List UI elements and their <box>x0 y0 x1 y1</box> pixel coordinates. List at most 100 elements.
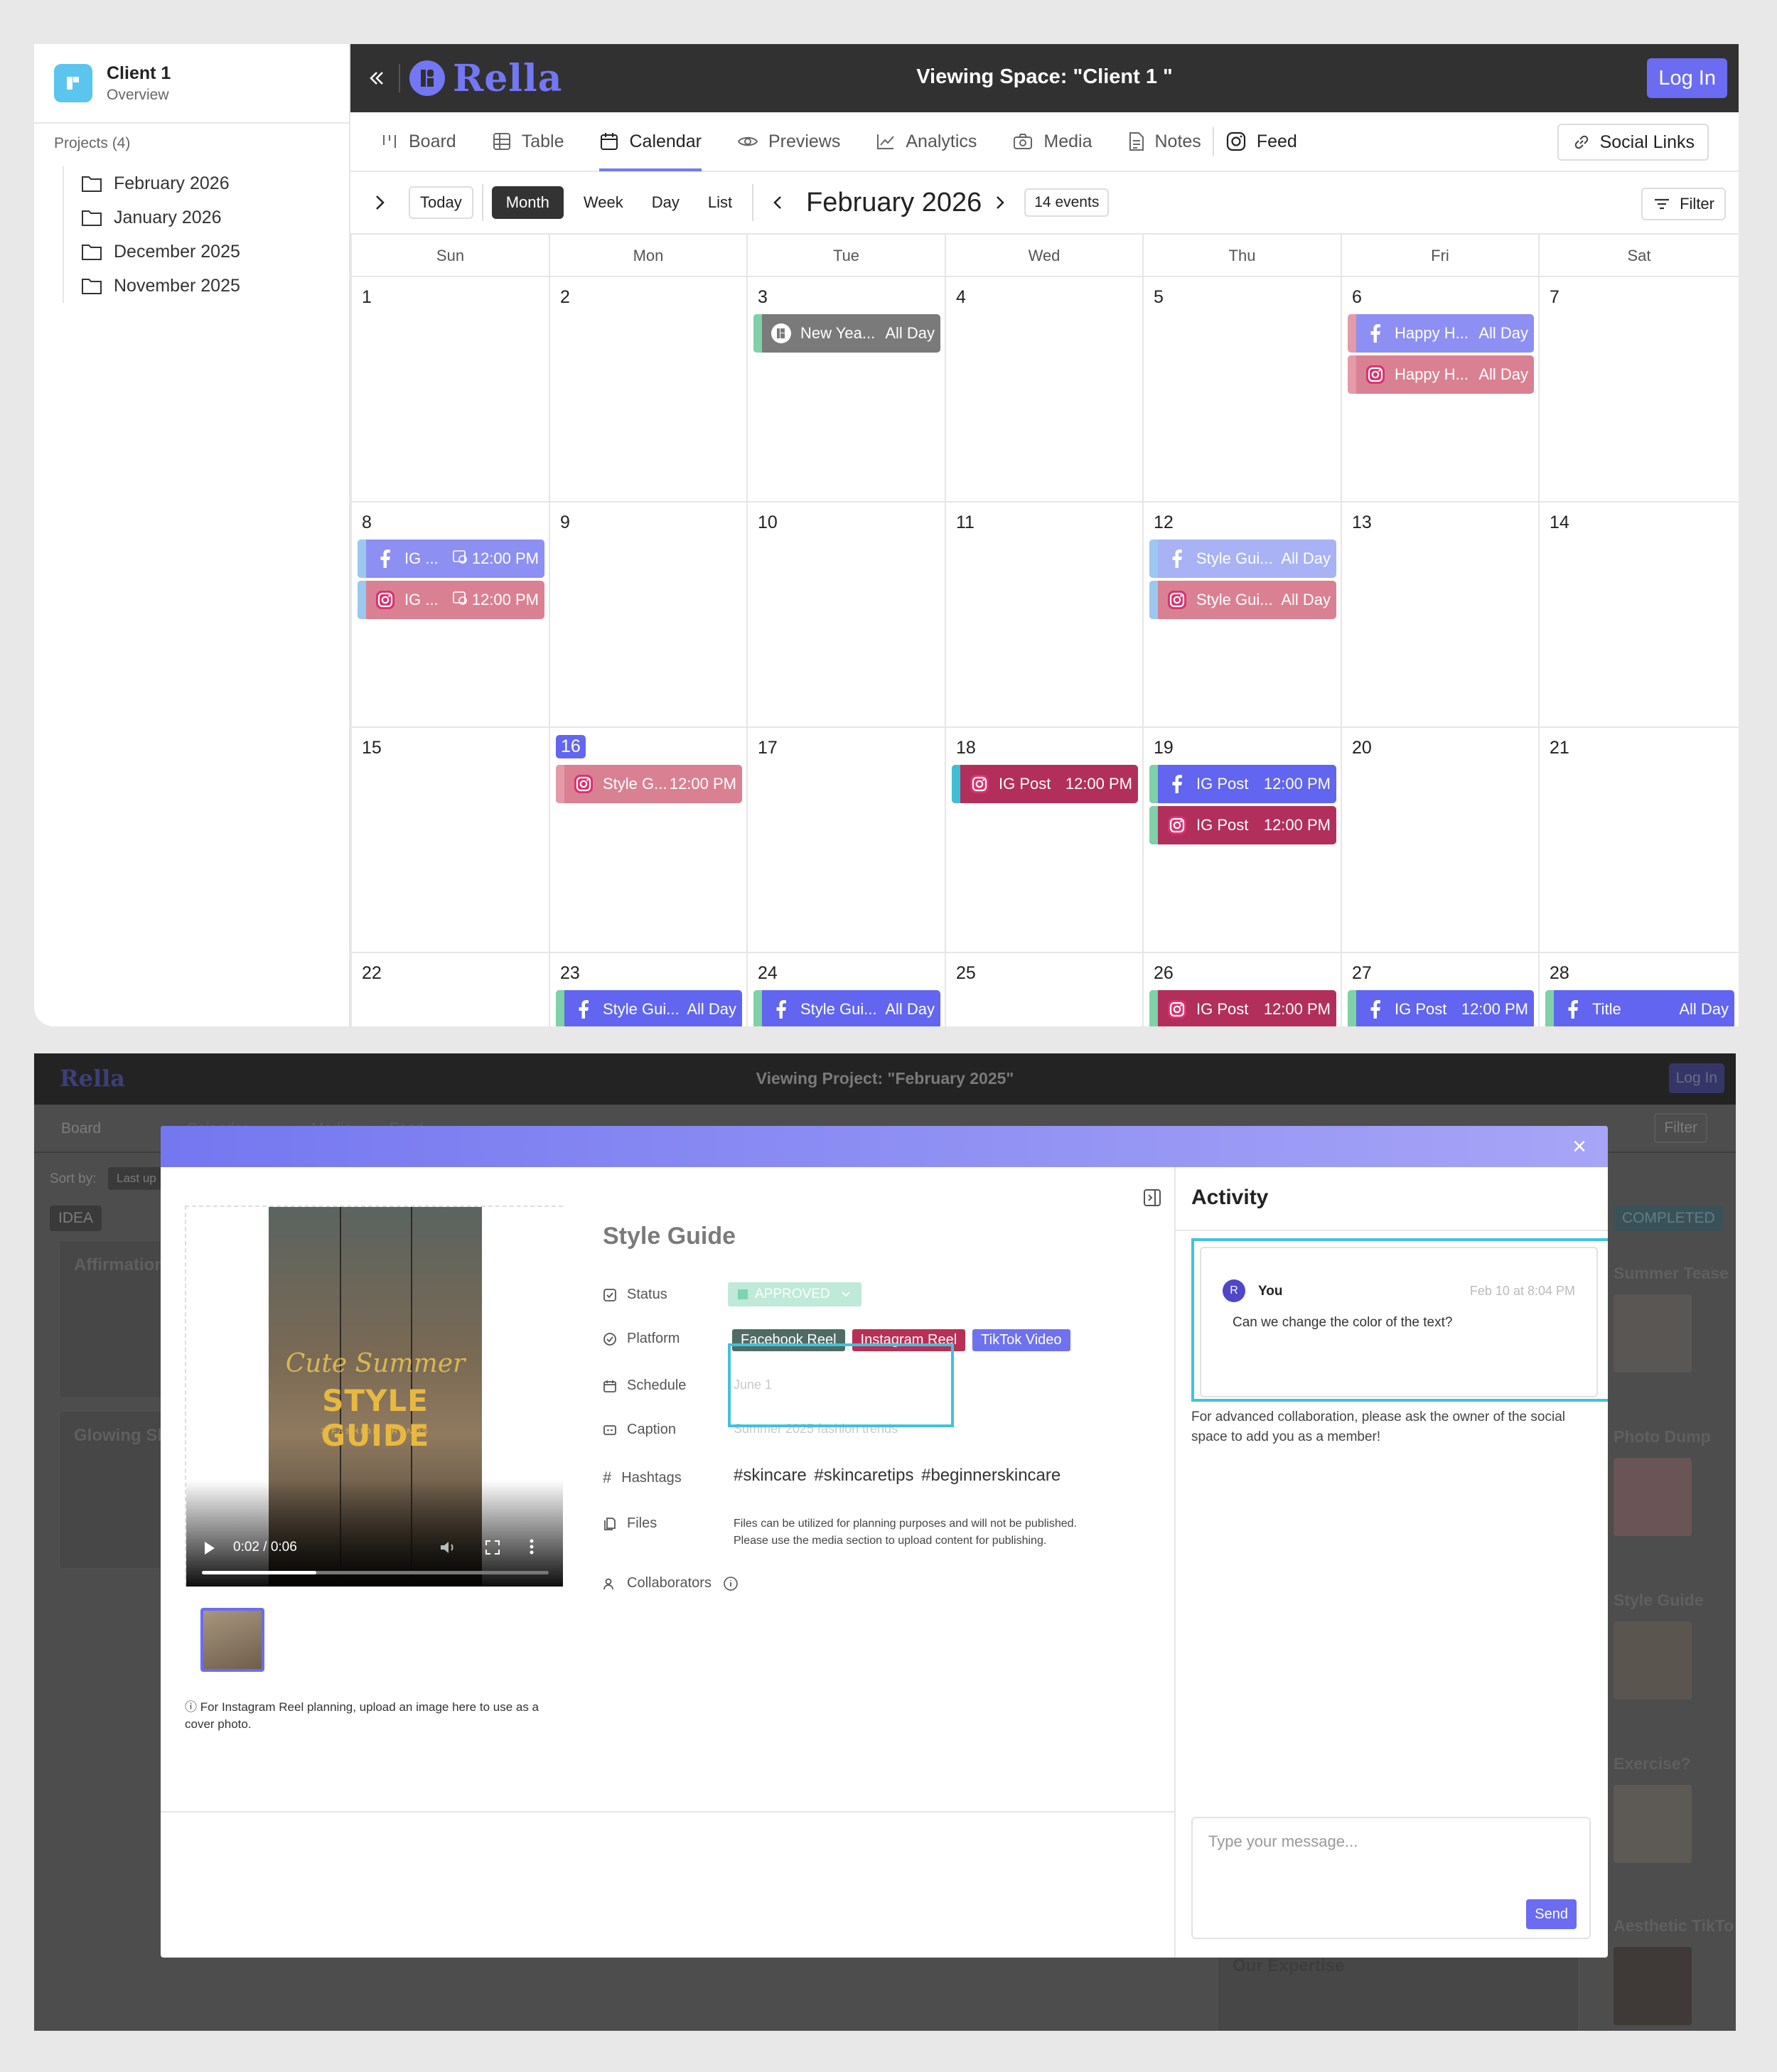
calendar-event[interactable]: New Yea... All Day <box>753 314 940 353</box>
bg-filter-button[interactable]: Filter <box>1654 1113 1707 1143</box>
calendar-event[interactable]: IG Post 12:00 PM <box>1348 990 1534 1026</box>
tab-notes[interactable]: Notes <box>1128 112 1201 171</box>
calendar-event[interactable]: IG ... 12:00 PM <box>358 581 544 619</box>
calendar-event[interactable]: IG Post 12:00 PM <box>1149 990 1336 1026</box>
volume-icon[interactable] <box>439 1540 458 1555</box>
more-options-icon[interactable] <box>529 1538 535 1555</box>
social-links-button[interactable]: Social Links <box>1557 124 1709 161</box>
bg-tab-board[interactable]: Board <box>61 1120 101 1137</box>
tab-calendar[interactable]: Calendar <box>599 112 702 171</box>
bg-card[interactable]: Our Expertise <box>1217 1952 1579 2031</box>
calendar-event[interactable]: Style Gui... All Day <box>1149 581 1336 619</box>
fullscreen-icon[interactable] <box>485 1540 500 1555</box>
calendar-day-cell[interactable]: 16 Style G... 12:00 PM <box>549 728 746 953</box>
bg-completed-card[interactable]: Style Guide <box>1614 1591 1736 1700</box>
day-number: 9 <box>560 512 570 532</box>
calendar-day-cell[interactable]: 2 <box>549 277 746 503</box>
bg-completed-card[interactable]: Aesthetic TikTo <box>1614 1916 1736 2025</box>
tab-feed[interactable]: Feed <box>1225 112 1297 171</box>
view-month-button[interactable]: Month <box>491 186 564 219</box>
calendar-day-cell[interactable]: 19 IG Post 12:00 PM IG Post 12:00 PM <box>1142 728 1341 953</box>
calendar-day-cell[interactable]: 9 <box>549 503 746 728</box>
calendar-day-cell[interactable]: 17 <box>746 728 945 953</box>
calendar-day-cell[interactable]: 8 IG ... 12:00 PM IG ... 12:00 PM <box>350 503 549 728</box>
close-icon[interactable]: × <box>1572 1133 1587 1161</box>
calendar-day-cell[interactable]: 14 <box>1538 503 1739 728</box>
message-input[interactable]: Type your message... Send <box>1191 1817 1591 1939</box>
calendar-event[interactable]: IG Post 12:00 PM <box>1149 806 1336 844</box>
calendar-day-cell[interactable]: 4 <box>945 277 1142 503</box>
bg-login-button[interactable]: Log In <box>1668 1063 1724 1093</box>
chevron-left-icon[interactable] <box>769 192 786 213</box>
calendar-day-cell[interactable]: 21 <box>1538 728 1739 953</box>
bg-completed-card[interactable]: Summer Tease <box>1614 1264 1736 1373</box>
info-icon[interactable] <box>723 1576 739 1591</box>
post-title[interactable]: Style Guide <box>603 1223 736 1250</box>
tab-media[interactable]: Media <box>1012 112 1092 171</box>
video-progress-bar[interactable] <box>202 1571 549 1574</box>
calendar-day-cell[interactable]: 18 IG Post 12:00 PM <box>945 728 1142 953</box>
calendar-event[interactable]: Style G... 12:00 PM <box>556 765 742 803</box>
client-header[interactable]: Client 1 Overview <box>34 44 349 124</box>
view-list-button[interactable]: List <box>694 186 746 219</box>
calendar-day-cell[interactable]: 13 <box>1341 503 1538 728</box>
media-dropzone[interactable]: Cute Summer STYLE GUIDE 3 FASHION TRENDS… <box>185 1206 563 1587</box>
event-title: New Yea... <box>800 324 876 342</box>
facebook-icon <box>769 997 793 1021</box>
calendar-event[interactable]: Style Gui... All Day <box>1149 540 1336 578</box>
calendar-day-cell[interactable]: 1 <box>350 277 549 503</box>
tab-table[interactable]: Table <box>492 112 564 171</box>
login-button[interactable]: Log In <box>1647 58 1727 98</box>
calendar-event[interactable]: Title All Day <box>1545 990 1734 1026</box>
send-button[interactable]: Send <box>1526 1899 1577 1929</box>
calendar-event[interactable]: IG ... 12:00 PM <box>358 540 544 578</box>
calendar-day-cell[interactable]: 25 <box>945 953 1142 1026</box>
folder-icon <box>82 176 102 192</box>
calendar-event[interactable]: IG Post 12:00 PM <box>952 765 1138 803</box>
calendar-day-cell[interactable]: 26 IG Post 12:00 PM <box>1142 953 1341 1026</box>
calendar-day-cell[interactable]: 5 <box>1142 277 1341 503</box>
calendar-day-cell[interactable]: 15 <box>350 728 549 953</box>
chevron-right-icon[interactable] <box>992 192 1009 213</box>
video-player[interactable]: Cute Summer STYLE GUIDE 3 FASHION TRENDS… <box>186 1207 563 1587</box>
side-panel-icon[interactable] <box>1143 1188 1161 1207</box>
calendar-day-cell[interactable]: 3 New Yea... All Day <box>746 277 945 503</box>
project-item[interactable]: January 2026 <box>81 200 240 235</box>
status-select[interactable]: APPROVED <box>728 1282 861 1306</box>
calendar-event[interactable]: IG Post 12:00 PM <box>1149 765 1336 803</box>
calendar-event[interactable]: Style Gui... All Day <box>753 990 940 1026</box>
calendar-event[interactable]: Happy H... All Day <box>1348 314 1534 353</box>
project-item[interactable]: February 2026 <box>81 166 240 200</box>
calendar-day-cell[interactable]: 7 <box>1538 277 1739 503</box>
calendar-day-cell[interactable]: 11 <box>945 503 1142 728</box>
calendar-day-cell[interactable]: 10 <box>746 503 945 728</box>
calendar-day-cell[interactable]: 20 <box>1341 728 1538 953</box>
cover-thumbnail[interactable] <box>200 1608 264 1672</box>
tab-board[interactable]: Board <box>380 112 456 171</box>
calendar-day-cell[interactable]: 23 Style Gui... All Day <box>549 953 746 1026</box>
calendar-event[interactable]: Style Gui... All Day <box>556 990 742 1026</box>
tab-analytics[interactable]: Analytics <box>876 112 977 171</box>
chevron-right-icon[interactable] <box>369 192 390 213</box>
tab-previews[interactable]: Previews <box>737 112 840 171</box>
project-item[interactable]: December 2025 <box>81 235 240 269</box>
calendar-day-cell[interactable]: 22 <box>350 953 549 1026</box>
hashtags-input[interactable]: #skincare #skincaretips #beginnerskincar… <box>734 1466 1061 1486</box>
today-button[interactable]: Today <box>409 186 473 219</box>
calendar-event[interactable]: Happy H... All Day <box>1348 355 1534 394</box>
platform-badge-tiktok-video[interactable]: TikTok Video <box>972 1329 1070 1351</box>
view-day-button[interactable]: Day <box>638 186 694 219</box>
calendar-day-cell[interactable]: 28 Title All Day <box>1538 953 1739 1026</box>
project-label: January 2026 <box>114 207 222 227</box>
project-item[interactable]: November 2025 <box>81 269 240 303</box>
calendar-day-cell[interactable]: 6 Happy H... All Day Happy H... All Day <box>1341 277 1538 503</box>
calendar-day-cell[interactable]: 27 IG Post 12:00 PM <box>1341 953 1538 1026</box>
bg-completed-card[interactable]: Photo Dump <box>1614 1427 1736 1536</box>
view-week-button[interactable]: Week <box>569 186 638 219</box>
bg-completed-card[interactable]: Exercise? <box>1614 1754 1736 1863</box>
play-icon[interactable] <box>203 1541 216 1555</box>
calendar-day-cell[interactable]: 24 Style Gui... All Day <box>746 953 945 1026</box>
calendar-day-cell[interactable]: 12 Style Gui... All Day Style Gui... All Day <box>1142 503 1341 728</box>
filter-button[interactable]: Filter <box>1641 188 1726 220</box>
bg-sort-select[interactable]: Last up <box>108 1167 165 1190</box>
